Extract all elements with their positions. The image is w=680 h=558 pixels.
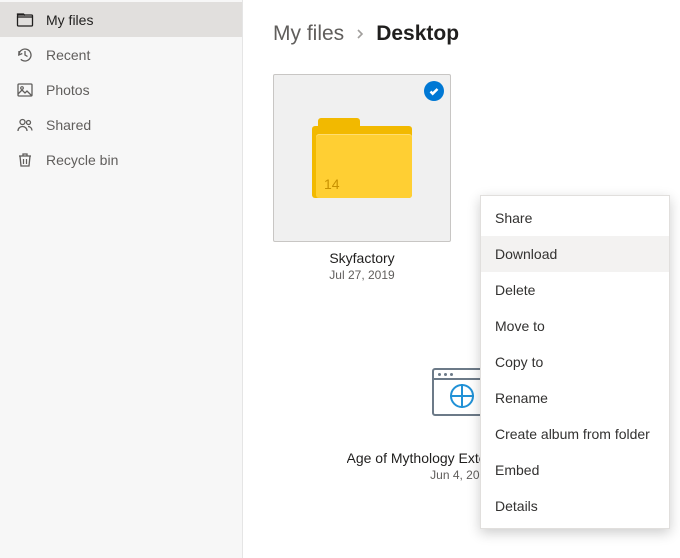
folder-icon: [16, 11, 34, 29]
people-icon: [16, 116, 34, 134]
context-menu: Share Download Delete Move to Copy to Re…: [480, 195, 670, 529]
breadcrumb-root[interactable]: My files: [273, 22, 344, 46]
file-tile-folder[interactable]: 14 Skyfactory Jul 27, 2019: [273, 74, 451, 282]
breadcrumb-current: Desktop: [376, 22, 459, 46]
menu-item-embed[interactable]: Embed: [481, 452, 669, 488]
sidebar-item-label: Recycle bin: [46, 152, 118, 168]
menu-item-move-to[interactable]: Move to: [481, 308, 669, 344]
breadcrumb: My files Desktop: [273, 22, 650, 46]
menu-item-share[interactable]: Share: [481, 200, 669, 236]
tile-date: Jul 27, 2019: [329, 268, 394, 282]
sidebar-item-label: Recent: [46, 47, 90, 63]
sidebar-item-label: Shared: [46, 117, 91, 133]
tile-thumbnail: 14: [273, 74, 451, 242]
menu-item-delete[interactable]: Delete: [481, 272, 669, 308]
sidebar-item-label: Photos: [46, 82, 90, 98]
sidebar-item-recent[interactable]: Recent: [0, 37, 242, 72]
menu-item-create-album[interactable]: Create album from folder: [481, 416, 669, 452]
chevron-right-icon: [354, 28, 366, 40]
sidebar-item-recycle-bin[interactable]: Recycle bin: [0, 142, 242, 177]
menu-item-rename[interactable]: Rename: [481, 380, 669, 416]
selected-check-icon[interactable]: [424, 81, 444, 101]
menu-item-copy-to[interactable]: Copy to: [481, 344, 669, 380]
sidebar-item-label: My files: [46, 12, 93, 28]
photo-icon: [16, 81, 34, 99]
tile-name: Skyfactory: [329, 250, 394, 266]
menu-item-download[interactable]: Download: [481, 236, 669, 272]
sidebar-item-shared[interactable]: Shared: [0, 107, 242, 142]
sidebar: My files Recent Photos Shared Recycle bi…: [0, 0, 243, 558]
menu-item-details[interactable]: Details: [481, 488, 669, 524]
folder-item-count: 14: [324, 176, 340, 192]
sidebar-item-my-files[interactable]: My files: [0, 2, 242, 37]
sidebar-item-photos[interactable]: Photos: [0, 72, 242, 107]
trash-icon: [16, 151, 34, 169]
clock-icon: [16, 46, 34, 64]
folder-icon: 14: [312, 118, 412, 198]
